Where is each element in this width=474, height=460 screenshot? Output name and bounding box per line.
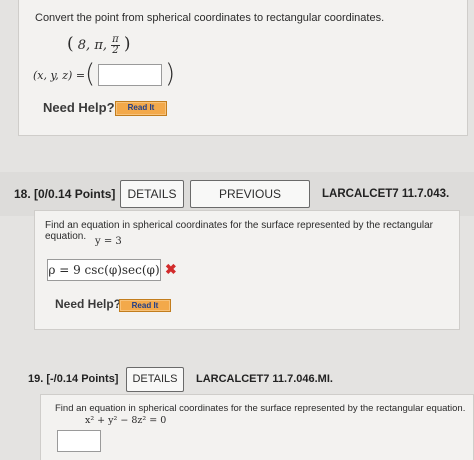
question-18-card: Find an equation in spherical coordinate… bbox=[34, 210, 460, 330]
answer-open-paren: ( bbox=[85, 59, 96, 89]
read-it-button[interactable]: Read It bbox=[119, 299, 171, 312]
rectangular-answer-input[interactable] bbox=[98, 64, 162, 86]
question-17-card: Convert the point from spherical coordin… bbox=[18, 0, 468, 136]
spherical-point: ( 8, π, π 2 ) bbox=[67, 34, 131, 56]
need-help-label: Need Help? bbox=[43, 100, 115, 115]
incorrect-mark-icon: ✖ bbox=[165, 261, 177, 277]
spherical-answer-input[interactable]: ρ = 9 csc(φ)sec(φ) bbox=[47, 259, 161, 281]
need-help-label: Need Help? bbox=[55, 297, 122, 311]
question-19-title: 19. [-/0.14 Points] bbox=[28, 373, 119, 385]
question-17-prompt: Convert the point from spherical coordin… bbox=[35, 12, 385, 24]
phi-fraction: π 2 bbox=[111, 34, 120, 56]
question-18-title: 18. [0/0.14 Points] bbox=[14, 187, 116, 201]
read-it-button[interactable]: Read It bbox=[115, 101, 167, 116]
question-19-prompt: Find an equation in spherical coordinate… bbox=[55, 403, 466, 414]
given-equation: x² + y² − 8z² = 0 bbox=[85, 415, 167, 426]
xyz-label: (x, y, z) = bbox=[33, 69, 86, 82]
answer-close-paren: ) bbox=[165, 59, 176, 89]
question-19-card: Find an equation in spherical coordinate… bbox=[40, 394, 474, 460]
details-button[interactable]: DETAILS bbox=[126, 367, 184, 392]
given-equation: y = 3 bbox=[95, 236, 122, 247]
details-button[interactable]: DETAILS bbox=[120, 180, 184, 208]
previous-answers-button[interactable]: PREVIOUS ANSWERS bbox=[190, 180, 310, 227]
question-19-reference: LARCALCET7 11.7.046.MI. bbox=[196, 373, 333, 385]
question-18-reference: LARCALCET7 11.7.043. bbox=[322, 188, 450, 200]
spherical-answer-input[interactable] bbox=[57, 430, 101, 452]
